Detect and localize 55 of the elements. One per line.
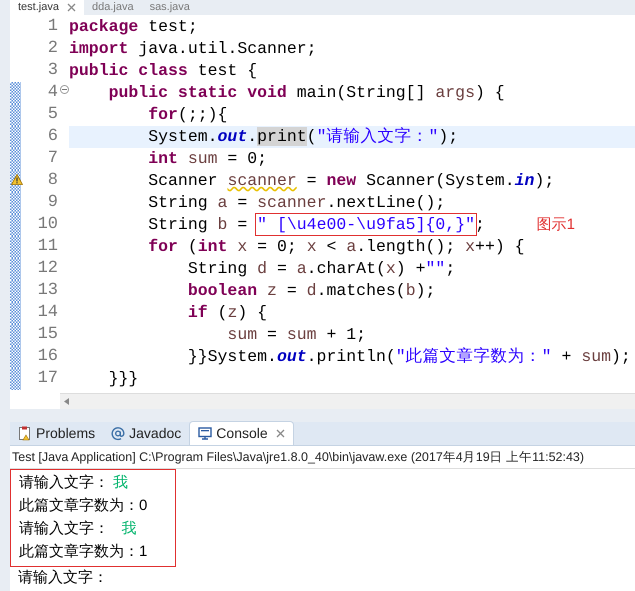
collapse-icon[interactable] — [60, 85, 69, 94]
line-number: 7 — [48, 149, 58, 168]
monitor-icon — [198, 426, 212, 441]
code-line: Scanner scanner = new Scanner(System.in); — [147, 170, 556, 192]
console-line: 此篇文章字数为：0 — [18, 496, 148, 516]
code-line: boolean z = d.matches(b); — [186, 280, 436, 302]
code-line: public class test { — [69, 60, 258, 82]
warning-icon[interactable] — [11, 174, 23, 186]
line-number: 4 — [48, 83, 58, 102]
scroll-left-icon[interactable] — [64, 398, 69, 405]
line-number: 10 — [38, 215, 58, 234]
code-line: String b = " [\u4e00-\u9fa5]{0,}"; — [147, 214, 486, 236]
line-number: 5 — [48, 105, 58, 124]
editor-tab[interactable]: dda.java — [84, 0, 142, 15]
console-line: 请输入文字： — [17, 568, 109, 588]
line-number: 15 — [38, 325, 58, 344]
at-sign-icon — [111, 426, 126, 440]
console-line: 请输入文字： 我 — [18, 473, 130, 494]
code-line: int sum = 0; — [147, 148, 268, 170]
line-number: 2 — [48, 39, 58, 58]
code-line: for (int x = 0; x < a.length(); x++) { — [147, 236, 526, 258]
code-line: package test; — [69, 16, 199, 38]
code-line: }}} — [108, 368, 140, 390]
annotation-label: 图示1 — [536, 214, 575, 235]
code-line: String a = scanner.nextLine(); — [147, 192, 446, 214]
code-line: }}System.out.println("此篇文章字数为：" + sum); — [186, 346, 632, 368]
line-number: 3 — [48, 61, 58, 80]
editor-tab[interactable]: sas.java — [142, 0, 198, 15]
code-line: for(;;){ — [147, 104, 228, 126]
close-icon[interactable] — [66, 3, 76, 12]
clipboard-warning-icon — [18, 426, 32, 440]
line-number: 14 — [38, 303, 58, 322]
close-icon[interactable] — [276, 429, 285, 438]
console-header: Test [Java Application] C:\Program Files\Java\jre1.8.0_40\bin\javaw.exe (2017年4月19日 上午11:52:43) — [10, 446, 635, 469]
line-number: 6 — [48, 127, 58, 146]
view-tab[interactable]: Javadoc — [103, 421, 190, 445]
code-line: sum = sum + 1; — [226, 324, 368, 346]
console-line: 请输入文字： 我 — [18, 519, 138, 540]
line-number: 1 — [48, 17, 58, 36]
view-tab[interactable]: Console — [189, 421, 294, 445]
horizontal-scrollbar[interactable] — [60, 393, 635, 409]
line-number: 13 — [38, 281, 58, 300]
line-number: 9 — [48, 193, 58, 212]
code-line: import java.util.Scanner; — [69, 38, 318, 60]
line-number: 16 — [38, 347, 58, 366]
line-number: 17 — [38, 369, 58, 388]
editor-tab[interactable]: test.java — [10, 0, 84, 15]
line-number: 11 — [38, 237, 58, 256]
code-line: String d = a.charAt(x) +""; — [186, 258, 456, 280]
code-line: public static void main(String[] args) { — [108, 82, 506, 104]
console-line: 此篇文章字数为：1 — [18, 542, 148, 562]
line-number: 12 — [38, 259, 58, 278]
line-number: 8 — [48, 171, 58, 190]
view-tab[interactable]: Problems — [10, 421, 104, 445]
code-line: if (z) { — [186, 302, 268, 324]
